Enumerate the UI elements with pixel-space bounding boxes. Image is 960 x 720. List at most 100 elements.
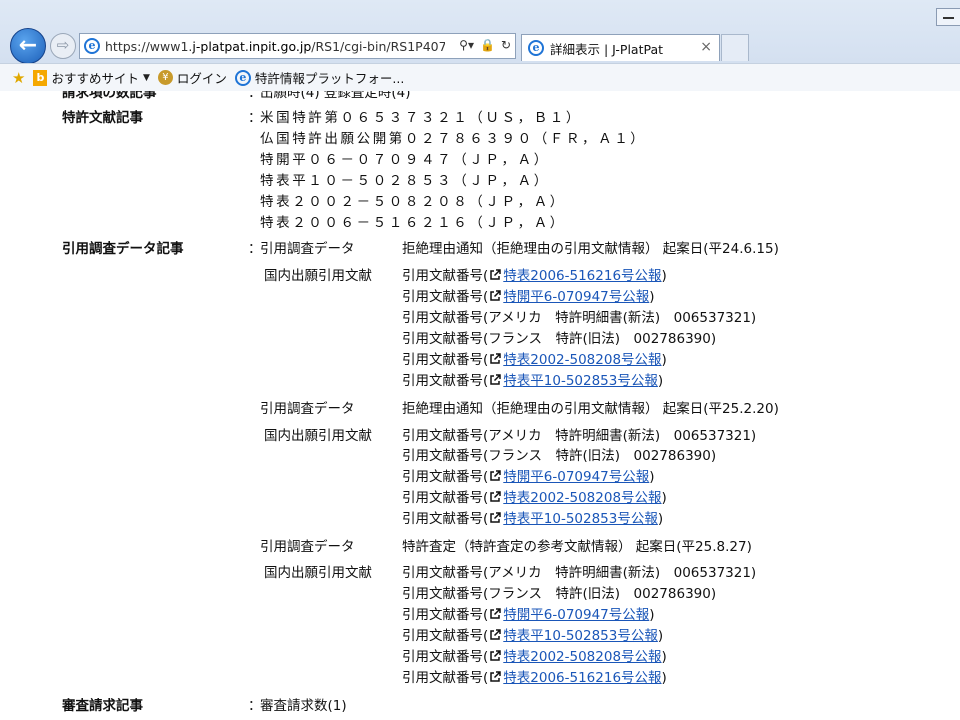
citation-link[interactable]: 特表平10-502853号公報 xyxy=(503,511,658,527)
citation-ref-row: 引用文献番号(特表2002-508208号公報) xyxy=(0,350,960,370)
new-tab-button[interactable] xyxy=(721,34,749,61)
citation-ref: 引用文献番号(特表2002-508208号公報) xyxy=(402,649,667,665)
citation-row: 引用調査データ 特許査定（特許査定の参考文献情報） 起案日(平25.8.27) xyxy=(0,537,960,557)
citation-ref-row: 国内出願引用文献 引用文献番号(アメリカ 特許明細書(新法) 006537321… xyxy=(0,563,960,583)
patent-docs-row: 特表平１０－５０２８５３（ＪＰ，Ａ） xyxy=(0,171,960,191)
tab-active[interactable]: e 詳細表示 | J-PlatPat × xyxy=(521,34,720,61)
favorites-bar: ★ b おすすめサイト ▼ ¥ ログイン e 特許情報プラットフォー... xyxy=(0,63,960,91)
citation-ref: 引用文献番号(アメリカ 特許明細書(新法) 006537321) xyxy=(402,428,757,444)
minimize-button[interactable] xyxy=(936,8,960,26)
citation-ref: 引用文献番号(特表2002-508208号公報) xyxy=(402,490,667,506)
favorites-item-recommended[interactable]: b おすすめサイト ▼ xyxy=(33,68,150,87)
forward-arrow-icon: ⇨ xyxy=(56,36,70,54)
citation-link[interactable]: 特表平10-502853号公報 xyxy=(503,373,658,389)
citation-ref-row: 引用文献番号(特開平6-070947号公報) xyxy=(0,467,960,487)
citation-sub-label: 国内出願引用文献 xyxy=(264,428,372,444)
citation-heading: 引用調査データ xyxy=(260,401,355,417)
citation-link[interactable]: 特表2006-516216号公報 xyxy=(503,268,661,284)
exam-request-row: 審査請求記事 ： 審査請求数(1) xyxy=(62,698,347,714)
address-bar[interactable]: e https://www1.j-platpat.inpit.go.jp/RS1… xyxy=(79,33,516,59)
back-arrow-icon: ← xyxy=(18,33,38,58)
citation-notice: 拒絶理由通知（拒絶理由の引用文献情報） 起案日(平24.6.15) xyxy=(402,241,779,257)
citation-ref: 引用文献番号(特表2006-516216号公報) xyxy=(402,268,667,284)
bing-icon: b xyxy=(33,69,48,86)
address-url[interactable]: https://www1.j-platpat.inpit.go.jp/RS1/c… xyxy=(105,39,445,54)
citation-link[interactable]: 特表2006-516216号公報 xyxy=(503,670,661,686)
external-link-icon xyxy=(490,671,502,682)
field-label: 引用調査データ記事 xyxy=(62,241,184,257)
citation-ref-row: 引用文献番号(特表2006-516216号公報) xyxy=(0,668,960,688)
citation-ref: 引用文献番号(特開平6-070947号公報) xyxy=(402,469,655,485)
favorites-item-login[interactable]: ¥ ログイン xyxy=(157,68,227,87)
back-button[interactable]: ← xyxy=(10,28,46,64)
refresh-icon[interactable]: ↻ xyxy=(501,38,511,52)
ie-tab-icon: e xyxy=(528,40,544,56)
external-link-icon xyxy=(490,374,502,385)
citation-ref-row: 引用文献番号(フランス 特許(旧法) 002786390) xyxy=(0,584,960,604)
favorites-item-jplatpat[interactable]: e 特許情報プラットフォー... xyxy=(234,68,404,87)
ie-page-icon: e xyxy=(84,38,100,54)
ie-favorite-icon: e xyxy=(234,69,251,86)
citation-row: 引用調査データ記事 ： 引用調査データ 拒絶理由通知（拒絶理由の引用文献情報） … xyxy=(62,241,779,257)
citation-sub-label: 国内出願引用文献 xyxy=(264,268,372,284)
citation-link[interactable]: 特表2002-508208号公報 xyxy=(503,352,661,368)
citation-ref-row: 国内出願引用文献 引用文献番号(特表2006-516216号公報) xyxy=(0,266,960,286)
citation-heading: 引用調査データ xyxy=(260,539,355,555)
citation-ref: 引用文献番号(フランス 特許(旧法) 002786390) xyxy=(402,586,717,602)
forward-button[interactable]: ⇨ xyxy=(50,33,76,59)
patent-doc-item: 仏国特許出願公開第０２７８６３９０（ＦＲ，Ａ１） xyxy=(260,131,647,147)
external-link-icon xyxy=(490,269,502,280)
citation-notice: 特許査定（特許査定の参考文献情報） 起案日(平25.8.27) xyxy=(402,539,752,555)
yen-icon: ¥ xyxy=(157,70,173,85)
citation-notice: 拒絶理由通知（拒絶理由の引用文献情報） 起案日(平25.2.20) xyxy=(402,401,779,417)
patent-docs-row: 特表２００２－５０８２０８（ＪＰ，Ａ） xyxy=(0,192,960,212)
citation-link[interactable]: 特表2002-508208号公報 xyxy=(503,490,661,506)
external-link-icon xyxy=(490,353,502,364)
citation-ref-row: 引用文献番号(フランス 特許(旧法) 002786390) xyxy=(0,329,960,349)
patent-doc-item: 米国特許第０６５３７３２１（ＵＳ，Ｂ１） xyxy=(260,110,582,126)
citation-ref-row: 引用文献番号(特表2002-508208号公報) xyxy=(0,488,960,508)
favorites-star-icon[interactable]: ★ xyxy=(12,69,25,87)
patent-docs-row: 特表２００６－５１６２１６（ＪＰ，Ａ） xyxy=(0,213,960,233)
tab-close-icon[interactable]: × xyxy=(700,39,712,55)
patent-doc-item: 特開平０６－０７０９４７（ＪＰ，Ａ） xyxy=(260,152,550,168)
citation-ref-row: 引用文献番号(特表平10-502853号公報) xyxy=(0,509,960,529)
field-label: 請求項の数記事 xyxy=(62,91,157,101)
search-icon[interactable]: ⚲▾ xyxy=(459,38,474,52)
citation-ref-row: 引用文献番号(特表平10-502853号公報) xyxy=(0,626,960,646)
citation-ref-row: 引用文献番号(特開平6-070947号公報) xyxy=(0,605,960,625)
citation-heading: 引用調査データ xyxy=(260,241,355,257)
citation-ref: 引用文献番号(アメリカ 特許明細書(新法) 006537321) xyxy=(402,565,757,581)
lock-icon[interactable]: 🔒 xyxy=(480,38,495,52)
citation-link[interactable]: 特表平10-502853号公報 xyxy=(503,628,658,644)
external-link-icon xyxy=(490,470,502,481)
citation-ref-row: 引用文献番号(特表平10-502853号公報) xyxy=(0,371,960,391)
citation-sub-label: 国内出願引用文献 xyxy=(264,565,372,581)
citation-ref-row: 引用文献番号(アメリカ 特許明細書(新法) 006537321) xyxy=(0,308,960,328)
chevron-down-icon: ▼ xyxy=(142,72,150,83)
citation-ref: 引用文献番号(特表2002-508208号公報) xyxy=(402,352,667,368)
citation-ref: 引用文献番号(特表2006-516216号公報) xyxy=(402,670,667,686)
citation-ref: 引用文献番号(特開平6-070947号公報) xyxy=(402,607,655,623)
citation-row: 引用調査データ 拒絶理由通知（拒絶理由の引用文献情報） 起案日(平25.2.20… xyxy=(0,399,960,419)
citation-ref: 引用文献番号(アメリカ 特許明細書(新法) 006537321) xyxy=(402,310,757,326)
citation-ref: 引用文献番号(特開平6-070947号公報) xyxy=(402,289,655,305)
citation-ref-row: 国内出願引用文献 引用文献番号(アメリカ 特許明細書(新法) 006537321… xyxy=(0,426,960,446)
patent-docs-row: 仏国特許出願公開第０２７８６３９０（ＦＲ，Ａ１） xyxy=(0,129,960,149)
claims-count-row: 請求項の数記事 ： 出願時(4) 登録査定時(4) xyxy=(0,91,960,103)
page-content: 請求項の数記事 ： 出願時(4) 登録査定時(4) 特許文献記事 ： 米国特許第… xyxy=(0,91,960,720)
tab-title: 詳細表示 | J-PlatPat xyxy=(550,41,664,57)
citation-ref-row: 引用文献番号(特表2002-508208号公報) xyxy=(0,647,960,667)
patent-doc-item: 特表平１０－５０２８５３（ＪＰ，Ａ） xyxy=(260,173,550,189)
patent-docs-row: 特開平０６－０７０９４７（ＪＰ，Ａ） xyxy=(0,150,960,170)
citation-ref-row: 引用文献番号(特開平6-070947号公報) xyxy=(0,287,960,307)
field-label: 特許文献記事 xyxy=(62,110,143,126)
citation-ref: 引用文献番号(フランス 特許(旧法) 002786390) xyxy=(402,448,717,464)
citation-link[interactable]: 特開平6-070947号公報 xyxy=(503,469,649,485)
citation-ref: 引用文献番号(フランス 特許(旧法) 002786390) xyxy=(402,331,717,347)
citation-link[interactable]: 特開平6-070947号公報 xyxy=(503,289,649,305)
citation-ref-row: 引用文献番号(フランス 特許(旧法) 002786390) xyxy=(0,446,960,466)
browser-chrome: ← ⇨ e https://www1.j-platpat.inpit.go.jp… xyxy=(0,0,960,91)
citation-link[interactable]: 特表2002-508208号公報 xyxy=(503,649,661,665)
citation-link[interactable]: 特開平6-070947号公報 xyxy=(503,607,649,623)
